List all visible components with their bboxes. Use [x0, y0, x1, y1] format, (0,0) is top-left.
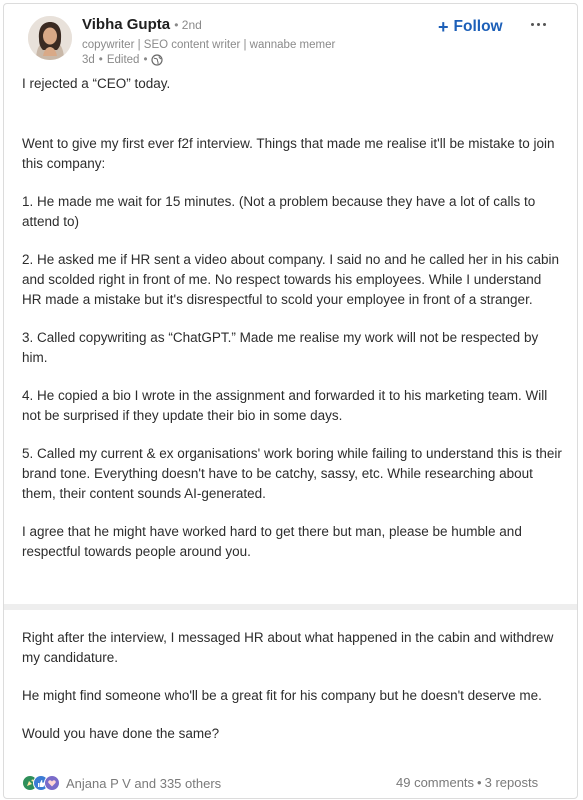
counts-separator: •	[477, 775, 482, 790]
edited-label: Edited	[106, 54, 140, 66]
globe-icon	[151, 54, 164, 66]
post-meta: 3d • Edited •	[82, 54, 164, 66]
follow-label: Follow	[453, 18, 503, 35]
avatar-photo	[28, 16, 72, 60]
post-paragraph: I agree that he might have worked hard t…	[22, 524, 522, 559]
follow-button[interactable]: + Follow	[434, 16, 507, 38]
post-paragraph: I rejected a “CEO” today.	[22, 76, 171, 91]
post-header: Vibha Gupta • 2nd copywriter | SEO conte…	[4, 4, 577, 76]
reactions-summary[interactable]: Anjana P V and 335 others	[22, 775, 221, 791]
post-paragraph: 2. He asked me if HR sent a video about …	[22, 252, 560, 307]
connection-degree: • 2nd	[174, 18, 202, 32]
post-body-continued: Right after the interview, I messaged HR…	[22, 628, 562, 744]
meta-separator: •	[98, 54, 103, 66]
post-paragraph: Right after the interview, I messaged HR…	[22, 630, 554, 665]
section-divider	[4, 604, 577, 610]
meta-separator: •	[143, 54, 148, 66]
post-paragraph: Would you have done the same?	[22, 726, 220, 741]
post-paragraph: Went to give my first ever f2f interview…	[22, 136, 555, 171]
post-body: I rejected a “CEO” today. Went to give m…	[22, 74, 562, 562]
post-paragraph: 4. He copied a bio I wrote in the assign…	[22, 388, 548, 423]
support-icon	[44, 775, 60, 791]
plus-icon: +	[438, 17, 449, 37]
post-card: Vibha Gupta • 2nd copywriter | SEO conte…	[3, 3, 578, 799]
author-line: Vibha Gupta • 2nd	[82, 16, 202, 33]
reaction-icons	[22, 775, 62, 791]
post-paragraph: 5. Called my current & ex organisations'…	[22, 446, 562, 501]
comments-count[interactable]: 49 comments	[396, 775, 474, 790]
post-paragraph: He might find someone who'll be a great …	[22, 688, 542, 703]
avatar[interactable]	[28, 16, 72, 60]
engagement-counts: 49 comments • 3 reposts	[396, 775, 538, 790]
author-headline: copywriter | SEO content writer | wannab…	[82, 39, 336, 51]
post-paragraph: 1. He made me wait for 15 minutes. (Not …	[22, 194, 536, 229]
author-name[interactable]: Vibha Gupta	[82, 16, 170, 33]
more-dots-icon[interactable]	[524, 14, 552, 34]
post-paragraph: 3. Called copywriting as “ChatGPT.” Made…	[22, 330, 539, 365]
reactions-text: Anjana P V and 335 others	[66, 775, 222, 791]
reposts-count[interactable]: 3 reposts	[485, 775, 538, 790]
post-time: 3d	[82, 54, 95, 66]
